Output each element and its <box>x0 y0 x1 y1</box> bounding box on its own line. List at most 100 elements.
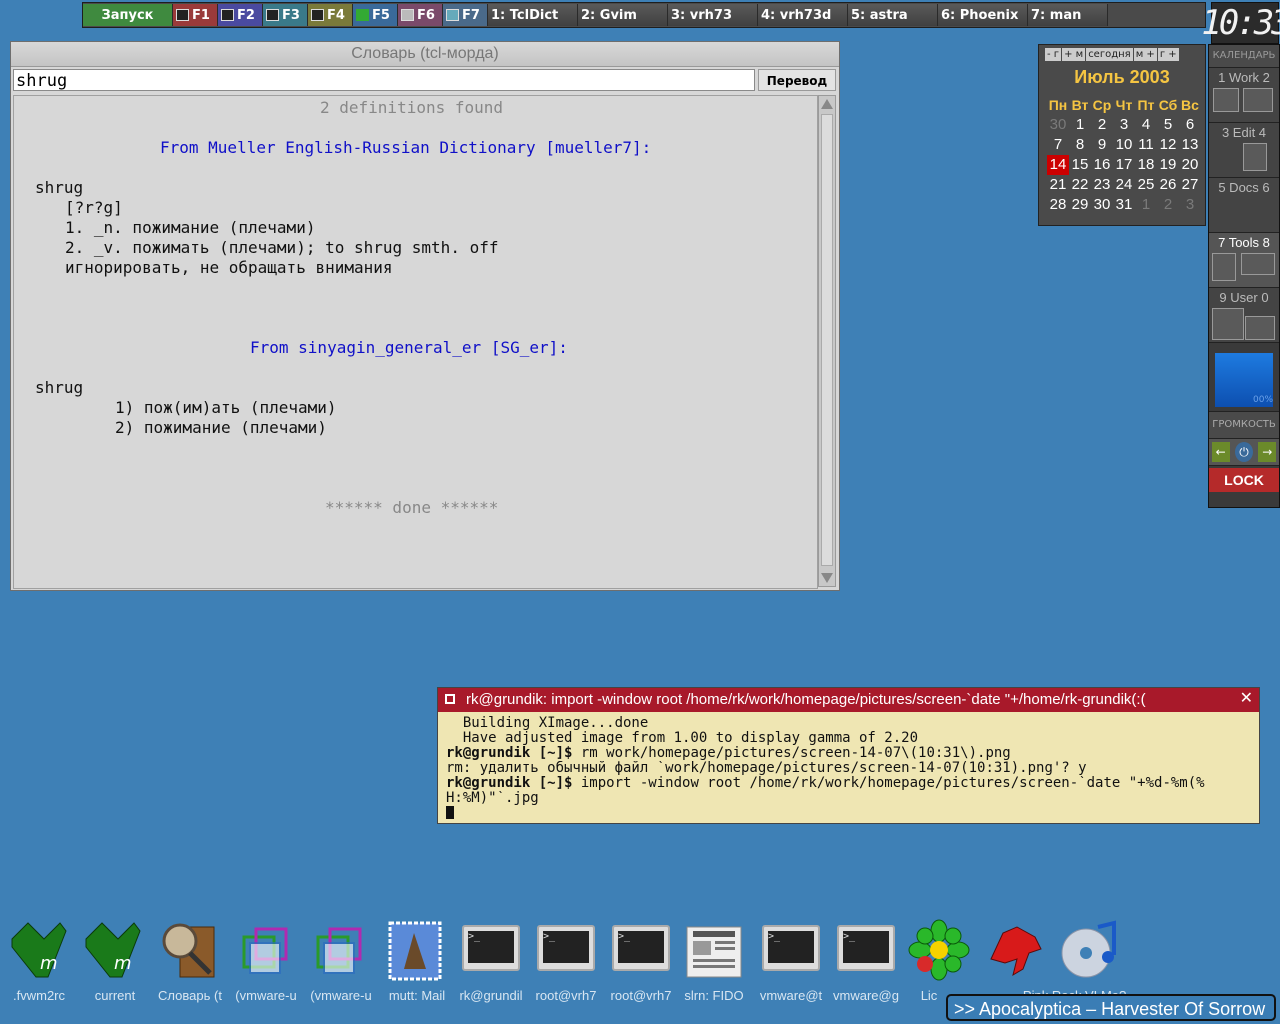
vertical-scrollbar[interactable] <box>818 95 836 587</box>
task-button-gvim[interactable]: 2: Gvim <box>578 4 668 26</box>
calendar-day-cell[interactable]: 29 <box>1069 195 1091 215</box>
desk-f1-button[interactable]: F1 <box>173 4 218 26</box>
calendar-day-cell[interactable]: 1 <box>1069 115 1091 135</box>
calendar-day-cell[interactable]: 30 <box>1091 195 1113 215</box>
calendar-day-cell[interactable]: 16 <box>1091 155 1113 175</box>
dock-task-label[interactable]: .fvwm2rc <box>6 988 72 1006</box>
desk-f6-button[interactable]: F6 <box>398 4 443 26</box>
calendar-day-cell[interactable]: 8 <box>1069 135 1091 155</box>
calendar-day-cell[interactable]: 17 <box>1113 155 1135 175</box>
arrow-right-icon[interactable]: → <box>1258 442 1277 462</box>
scroll-down-arrow-icon[interactable] <box>821 573 833 583</box>
arrow-left-icon[interactable]: ← <box>1211 442 1230 462</box>
calendar-day-cell[interactable]: 25 <box>1135 175 1157 195</box>
task-button-phoenix[interactable]: 6: Phoenix <box>938 4 1028 26</box>
calendar-day-cell[interactable]: 18 <box>1135 155 1157 175</box>
desk-f5-button[interactable]: F5 <box>353 4 398 26</box>
dock-task-label[interactable]: mutt: Mail <box>380 988 454 1006</box>
scroll-thumb[interactable] <box>821 114 833 566</box>
window-menu-icon[interactable] <box>445 694 455 704</box>
prev-month-button[interactable]: + м <box>1062 48 1086 61</box>
definition-text-area[interactable]: 2 definitions found From Mueller English… <box>13 95 818 589</box>
desk-tools[interactable]: 7 Tools 8 <box>1209 233 1279 288</box>
vim-icon[interactable]: m <box>82 919 144 981</box>
calendar-day-cell[interactable]: 20 <box>1179 155 1201 175</box>
calendar-day-cell[interactable]: 23 <box>1091 175 1113 195</box>
desk-f7-button[interactable]: F7 <box>443 4 488 26</box>
calendar-day-cell[interactable]: 19 <box>1157 155 1179 175</box>
next-year-button[interactable]: г + <box>1157 48 1179 61</box>
dock-task-label[interactable]: root@vrh7 <box>605 988 677 1006</box>
task-button-man[interactable]: 7: man <box>1028 4 1108 26</box>
calendar-day-cell[interactable]: 3 <box>1179 195 1201 215</box>
calendar-today-cell[interactable]: 14 <box>1047 155 1069 175</box>
dock-task-label[interactable]: Словарь (t <box>152 988 228 1006</box>
calendar-day-cell[interactable]: 27 <box>1179 175 1201 195</box>
calendar-day-cell[interactable]: 9 <box>1091 135 1113 155</box>
calendar-day-cell[interactable]: 31 <box>1113 195 1135 215</box>
terminal-icon[interactable]: >_ <box>608 919 670 981</box>
calendar-day-cell[interactable]: 11 <box>1135 135 1157 155</box>
today-button[interactable]: сегодня <box>1086 48 1133 61</box>
calendar-day-cell[interactable]: 1 <box>1135 195 1157 215</box>
lock-button[interactable]: LOCK <box>1209 468 1279 492</box>
desk-f3-button[interactable]: F3 <box>263 4 308 26</box>
desk-user[interactable]: 9 User 0 <box>1209 288 1279 343</box>
desk-docs[interactable]: 5 Docs 6 <box>1209 178 1279 233</box>
task-button-vrh73[interactable]: 3: vrh73 <box>668 4 758 26</box>
calendar-day-cell[interactable]: 10 <box>1113 135 1135 155</box>
prev-year-button[interactable]: - г <box>1045 48 1062 61</box>
calendar-day-cell[interactable]: 22 <box>1069 175 1091 195</box>
calendar-day-cell[interactable]: 3 <box>1113 115 1135 135</box>
icq-flower-icon[interactable] <box>908 919 970 981</box>
terminal-icon[interactable]: >_ <box>533 919 595 981</box>
dock-task-label[interactable]: current <box>82 988 148 1006</box>
close-icon[interactable]: ✕ <box>1240 688 1253 707</box>
desk-edit[interactable]: 3 Edit 4 <box>1209 123 1279 178</box>
task-button-astra[interactable]: 5: astra <box>848 4 938 26</box>
calendar-day-cell[interactable]: 6 <box>1179 115 1201 135</box>
dock-task-label[interactable]: (vmware-u <box>230 988 302 1006</box>
calendar-day-cell[interactable]: 4 <box>1135 115 1157 135</box>
window-title[interactable]: Словарь (tcl-морда) <box>11 42 839 67</box>
mail-stamp-icon[interactable] <box>384 919 446 981</box>
calendar-day-cell[interactable]: 13 <box>1179 135 1201 155</box>
dictionary-icon[interactable] <box>158 919 220 981</box>
dock-task-label[interactable]: Lic <box>915 988 943 1006</box>
calendar-day-cell[interactable]: 12 <box>1157 135 1179 155</box>
mozilla-lizard-icon[interactable] <box>983 919 1045 981</box>
calendar-label[interactable]: КАЛЕНДАРЬ <box>1209 45 1279 68</box>
calendar-day-cell[interactable]: 30 <box>1047 115 1069 135</box>
calendar-day-cell[interactable]: 2 <box>1091 115 1113 135</box>
calendar-day-cell[interactable]: 7 <box>1047 135 1069 155</box>
task-button-vrh73d[interactable]: 4: vrh73d <box>758 4 848 26</box>
newspaper-icon[interactable] <box>683 919 745 981</box>
dock-task-label[interactable]: (vmware-u <box>305 988 377 1006</box>
task-button-tcldict[interactable]: 1: TclDict <box>488 4 578 26</box>
dock-task-label[interactable]: vmware@g <box>830 988 902 1006</box>
desk-f4-button[interactable]: F4 <box>308 4 353 26</box>
terminal-icon[interactable]: >_ <box>458 919 520 981</box>
power-icon[interactable]: ⏻ <box>1234 442 1253 462</box>
desk-work[interactable]: 1 Work 2 <box>1209 68 1279 123</box>
terminal-body[interactable]: Building XImage...done Have adjusted ima… <box>446 716 1256 821</box>
translate-button[interactable]: Перевод <box>758 69 836 91</box>
start-button[interactable]: Запуск <box>83 4 173 26</box>
dock-task-label[interactable]: rk@grundil <box>455 988 527 1006</box>
calendar-day-cell[interactable]: 28 <box>1047 195 1069 215</box>
vmware-icon[interactable] <box>236 919 298 981</box>
terminal-icon[interactable]: >_ <box>833 919 895 981</box>
terminal-titlebar[interactable]: rk@grundik: import -window root /home/rk… <box>438 688 1259 712</box>
calendar-day-cell[interactable]: 24 <box>1113 175 1135 195</box>
vmware-icon[interactable] <box>310 919 372 981</box>
search-input[interactable]: shrug <box>13 69 755 91</box>
calendar-day-cell[interactable]: 26 <box>1157 175 1179 195</box>
vim-icon[interactable]: m <box>8 919 70 981</box>
music-cd-icon[interactable] <box>1058 919 1120 981</box>
calendar-day-cell[interactable]: 5 <box>1157 115 1179 135</box>
dock-task-label[interactable]: slrn: FIDO <box>678 988 750 1006</box>
dock-task-label[interactable]: root@vrh7 <box>530 988 602 1006</box>
calendar-day-cell[interactable]: 21 <box>1047 175 1069 195</box>
next-month-button[interactable]: м + <box>1133 48 1157 61</box>
dock-task-label[interactable]: vmware@t <box>755 988 827 1006</box>
